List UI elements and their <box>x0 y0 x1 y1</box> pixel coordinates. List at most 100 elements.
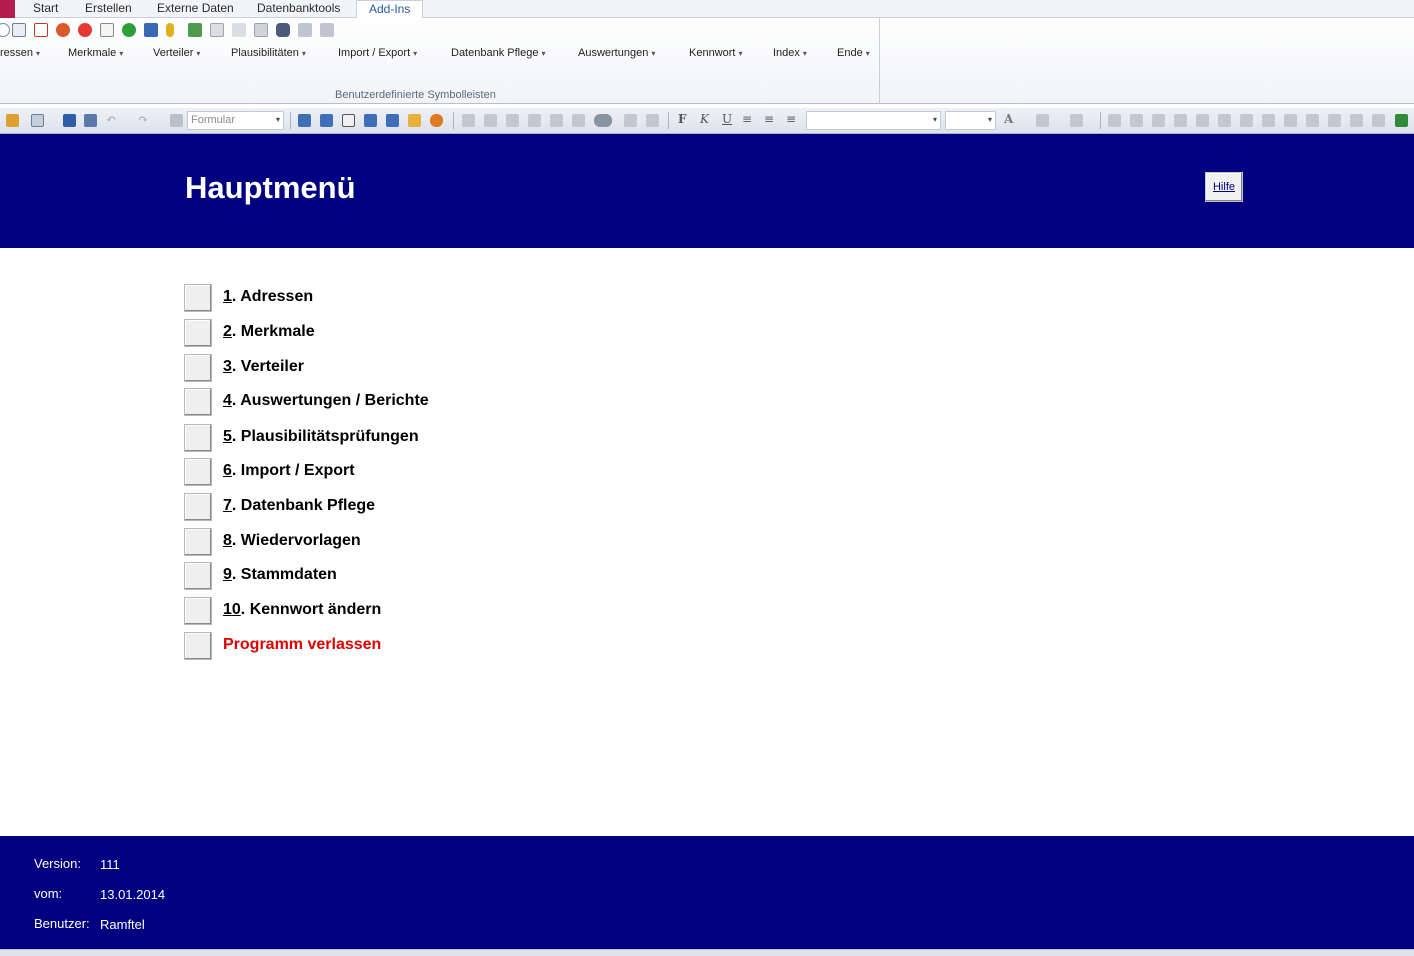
kennwort-button[interactable] <box>184 597 212 625</box>
undo-icon[interactable]: ↶ <box>106 112 116 126</box>
copy-icon[interactable] <box>210 23 224 37</box>
chart-icon[interactable] <box>342 114 355 127</box>
tools-icon[interactable] <box>430 114 443 127</box>
datenbank-pflege-label: 7. Datenbank Pflege <box>223 497 375 515</box>
space-increase-icon[interactable] <box>1262 114 1275 127</box>
underline-button[interactable]: U <box>722 112 732 126</box>
sync-icon[interactable] <box>122 23 136 37</box>
size-to-fit-icon[interactable] <box>550 114 563 127</box>
space-vertical-icon[interactable] <box>1306 114 1319 127</box>
import-export-label: 6. Import / Export <box>223 462 355 480</box>
align-bottom-icon[interactable] <box>1130 114 1143 127</box>
menu-plausibilitaeten[interactable]: Plausibilitäten ▾ <box>231 47 306 59</box>
design-view-icon[interactable] <box>6 114 19 127</box>
datenbank-pflege-button[interactable] <box>184 493 212 521</box>
object-select-combo[interactable]: Formular ▾ <box>187 111 284 130</box>
wiedervorlagen-button[interactable] <box>184 528 212 556</box>
align-top-icon[interactable] <box>1108 114 1121 127</box>
key-icon[interactable] <box>166 23 174 37</box>
menu-merkmale[interactable]: Merkmale ▾ <box>68 47 123 59</box>
format-painter-icon[interactable] <box>170 114 183 127</box>
stammdaten-button[interactable] <box>184 562 212 590</box>
report-icon[interactable] <box>100 23 114 37</box>
space-decrease-icon[interactable] <box>1284 114 1297 127</box>
paste-icon[interactable] <box>254 23 268 37</box>
menu-verteiler[interactable]: Verteiler ▾ <box>153 47 200 59</box>
view-switch-icon[interactable] <box>31 114 44 127</box>
datenbank-pflege-text: . Datenbank Pflege <box>231 497 376 514</box>
redo-icon[interactable]: ↷ <box>138 112 148 126</box>
bold-button[interactable]: F <box>678 112 687 126</box>
fill-color-icon[interactable] <box>1036 114 1049 127</box>
plausibilitaet-button[interactable] <box>184 424 212 452</box>
align-left-edges-icon[interactable] <box>462 114 475 127</box>
align-left-ctrl-icon[interactable] <box>1152 114 1165 127</box>
select-all-icon[interactable] <box>572 114 585 127</box>
menu-adressen[interactable]: ressen ▾ <box>0 47 40 59</box>
menu-import-export[interactable]: Import / Export ▾ <box>338 47 417 59</box>
line-color-icon[interactable] <box>1070 114 1083 127</box>
office-button[interactable] <box>0 0 15 18</box>
sort-desc-icon[interactable] <box>320 23 334 37</box>
exit-label: Programm verlassen <box>223 636 382 653</box>
list-icon[interactable] <box>12 23 26 37</box>
align-center-icon[interactable]: ≡ <box>764 112 774 126</box>
folder-icon[interactable] <box>408 114 421 127</box>
report-view-icon[interactable] <box>364 114 377 127</box>
verteiler-button[interactable] <box>184 354 212 382</box>
tab-externe-daten[interactable]: Externe Daten <box>157 0 234 18</box>
menu-ende[interactable]: Ende ▾ <box>837 47 870 59</box>
auswertungen-button[interactable] <box>184 388 212 416</box>
sort-asc-icon[interactable] <box>298 23 312 37</box>
font-name-combo[interactable]: ▾ <box>806 111 941 130</box>
font-color-button[interactable]: A <box>1004 112 1013 126</box>
grid-icon[interactable] <box>506 114 519 127</box>
exit-button[interactable] <box>184 632 212 660</box>
space-horizontal-icon[interactable] <box>1240 114 1253 127</box>
menu-auswertungen[interactable]: Auswertungen ▾ <box>578 47 655 59</box>
to-bottom-icon[interactable] <box>1218 114 1231 127</box>
align-right-ctrl-icon[interactable] <box>1174 114 1187 127</box>
circle-icon[interactable] <box>0 23 10 37</box>
align-left-icon[interactable]: ≡ <box>742 112 752 126</box>
merkmale-button[interactable] <box>184 319 212 347</box>
macro-icon[interactable] <box>386 114 399 127</box>
tab-datenbanktools[interactable]: Datenbanktools <box>257 0 340 18</box>
bring-front-icon[interactable] <box>484 114 497 127</box>
to-top-icon[interactable] <box>1196 114 1209 127</box>
form-icon[interactable] <box>298 114 311 127</box>
menu-kennwort[interactable]: Kennwort ▾ <box>689 47 743 59</box>
tab-add-ins[interactable]: Add-Ins <box>356 0 424 19</box>
import-icon[interactable] <box>188 23 202 37</box>
plausibilitaet-text: . Plausibilitätsprüfungen <box>231 428 419 445</box>
cut-icon[interactable] <box>232 23 246 37</box>
vspace-increase-icon[interactable] <box>1328 114 1341 127</box>
chevron-down-icon: ▾ <box>651 49 656 58</box>
book-icon[interactable] <box>144 23 158 37</box>
refresh-icon[interactable] <box>56 23 70 37</box>
properties-icon[interactable] <box>594 114 612 127</box>
help-button[interactable]: Hilfe <box>1205 172 1243 202</box>
tab-order-icon[interactable] <box>528 114 541 127</box>
adressen-button[interactable] <box>184 284 212 312</box>
save-icon[interactable] <box>63 114 76 127</box>
checklist-icon[interactable] <box>34 23 48 37</box>
binoculars-icon[interactable] <box>276 23 290 37</box>
menu-datenbank-pflege[interactable]: Datenbank Pflege ▾ <box>451 47 545 59</box>
subform-icon[interactable] <box>320 114 333 127</box>
save-as-icon[interactable] <box>84 114 97 127</box>
tab-erstellen[interactable]: Erstellen <box>85 0 132 18</box>
align-right-icon[interactable]: ≡ <box>786 112 796 126</box>
vspace-decrease-icon[interactable] <box>1350 114 1363 127</box>
italic-button[interactable]: K <box>700 112 709 126</box>
menu-index[interactable]: Index ▾ <box>773 47 807 59</box>
page-icon[interactable] <box>646 114 659 127</box>
import-export-button[interactable] <box>184 458 212 486</box>
resize-icon[interactable] <box>1372 114 1385 127</box>
menu-entry-merkmale: 2. Merkmale <box>184 319 584 347</box>
font-size-combo[interactable]: ▾ <box>945 111 996 130</box>
add-icon[interactable] <box>78 23 92 37</box>
chart-bar-icon[interactable] <box>624 114 637 127</box>
tab-start[interactable]: Start <box>33 0 58 18</box>
excel-icon[interactable] <box>1395 114 1408 127</box>
